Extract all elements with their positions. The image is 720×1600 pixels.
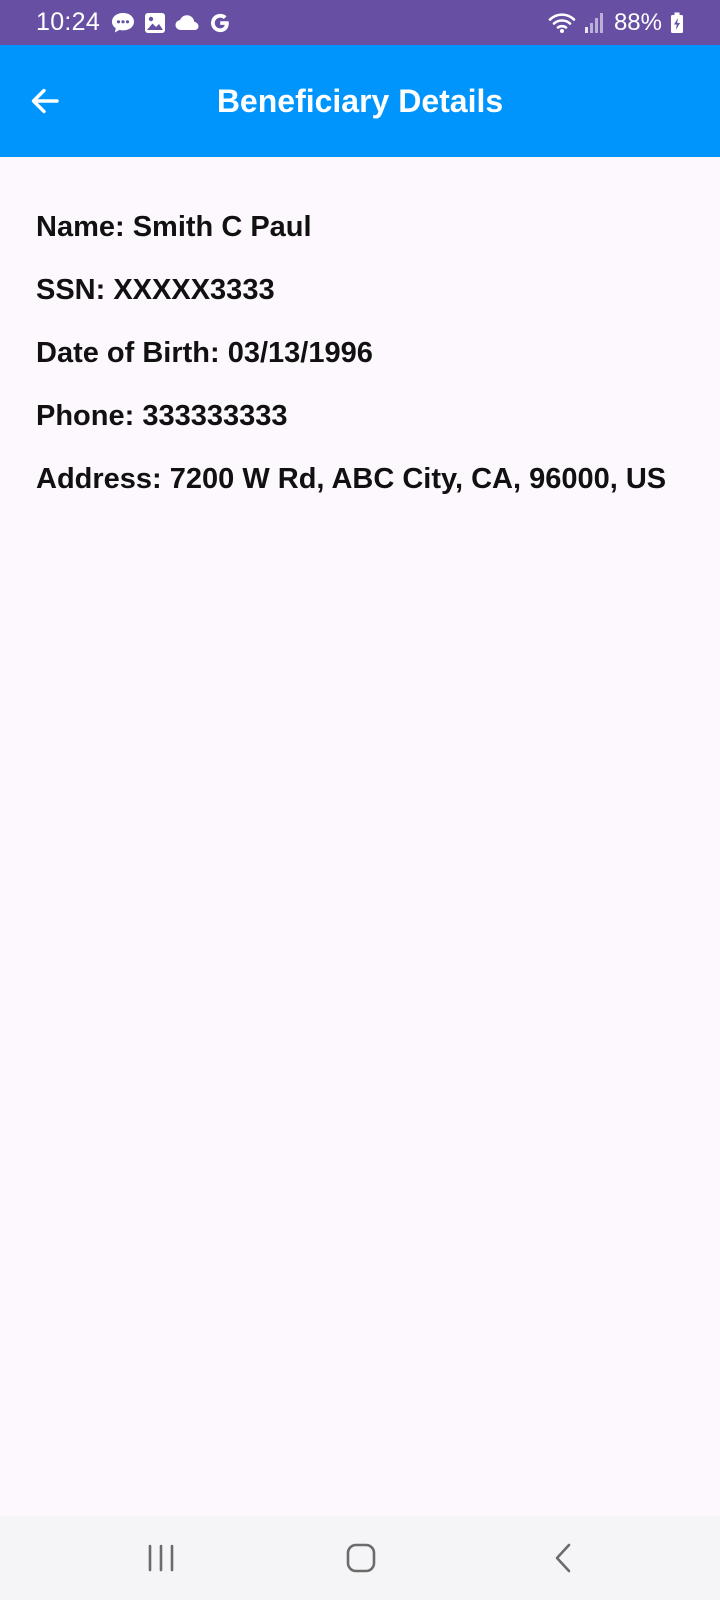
back-button[interactable] [22, 78, 68, 124]
signal-icon [584, 12, 606, 34]
cloud-icon [174, 13, 200, 33]
recents-icon [148, 1544, 174, 1572]
battery-percentage: 88% [613, 8, 662, 36]
status-time: 10:24 [36, 8, 101, 36]
beneficiary-details: Name: Smith C Paul SSN: XXXXX3333 Date o… [36, 205, 696, 520]
app-bar: Beneficiary Details [0, 45, 720, 157]
arrow-left-icon [31, 88, 59, 114]
status-bar: 10:24 88% [0, 0, 720, 45]
beneficiary-name: Name: Smith C Paul [36, 211, 312, 243]
gallery-icon [144, 12, 166, 34]
beneficiary-ssn: SSN: XXXXX3333 [36, 274, 275, 306]
system-nav-bar [0, 1516, 720, 1600]
messages-icon [110, 11, 136, 35]
beneficiary-phone: Phone: 333333333 [36, 400, 288, 432]
status-left: 10:24 [36, 0, 232, 45]
back-chevron-icon [555, 1543, 571, 1573]
recents-button[interactable] [121, 1528, 201, 1588]
beneficiary-dob: Date of Birth: 03/13/1996 [36, 337, 373, 369]
home-icon [346, 1543, 376, 1573]
home-button[interactable] [321, 1528, 401, 1588]
wifi-icon [548, 12, 576, 34]
page-title: Beneficiary Details [216, 83, 504, 119]
battery-charging-icon [670, 12, 684, 34]
google-icon [208, 11, 232, 35]
status-right: 88% [548, 0, 684, 45]
beneficiary-address: Address: 7200 W Rd, ABC City, CA, 96000,… [36, 463, 667, 495]
system-back-button[interactable] [523, 1528, 603, 1588]
